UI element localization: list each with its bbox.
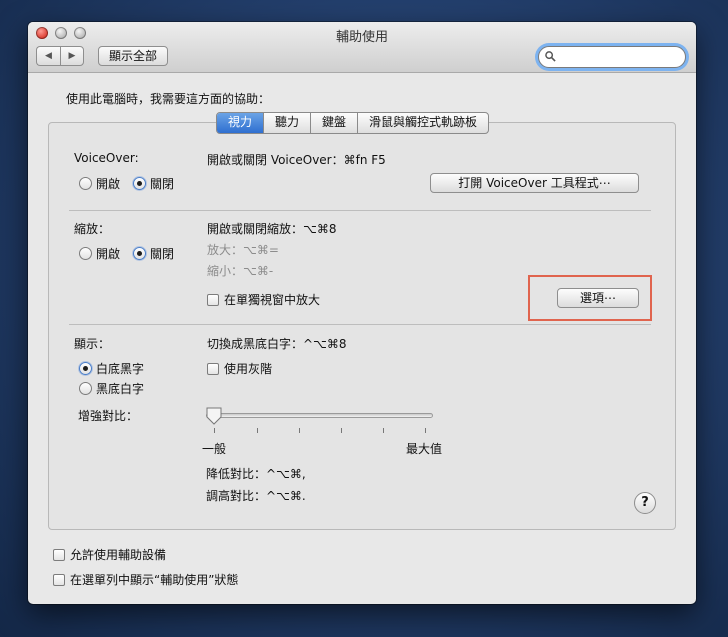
radio-icon — [79, 247, 92, 260]
black-on-white-label: 白底黑字 — [96, 362, 145, 376]
options-highlight-box — [528, 275, 652, 321]
tab-hearing[interactable]: 聽力 — [264, 113, 312, 133]
contrast-max-label: 最大值 — [406, 442, 443, 456]
contrast-label: 增強對比： — [78, 409, 139, 423]
contrast-slider-thumb[interactable] — [206, 407, 222, 425]
category-tabs: 視力 聽力 鍵盤 滑鼠與觸控式軌跡板 — [216, 112, 490, 134]
back-button[interactable]: ◀ — [36, 46, 60, 66]
back-arrow-icon: ◀ — [45, 51, 52, 61]
voiceover-label: VoiceOver: — [74, 151, 139, 165]
voiceover-off-radio[interactable]: 關閉 — [133, 175, 174, 192]
display-label: 顯示： — [74, 337, 111, 351]
checkbox-icon — [53, 549, 65, 561]
grayscale-label: 使用灰階 — [224, 362, 273, 376]
slider-tick — [257, 428, 258, 433]
voiceover-on-radio[interactable]: 開啟 — [79, 175, 120, 192]
radio-icon — [79, 382, 92, 395]
tab-keyboard[interactable]: 鍵盤 — [311, 113, 359, 133]
contrast-slider-track[interactable] — [206, 413, 433, 418]
radio-icon — [79, 177, 92, 190]
contrast-min-label: 一般 — [202, 442, 227, 456]
radio-selected-icon — [79, 362, 92, 375]
slider-tick — [299, 428, 300, 433]
zoom-shortcut: 開啟或關閉縮放：⌥⌘8 — [207, 222, 337, 236]
divider — [69, 210, 651, 211]
show-in-menubar-label: 在選單列中顯示“輔助使用”狀態 — [70, 573, 239, 587]
title-bar: 輔助使用 ◀ ▶ 顯示全部 — [28, 22, 696, 73]
help-button[interactable]: ? — [634, 492, 656, 514]
forward-arrow-icon: ▶ — [68, 51, 76, 61]
zoom-out-shortcut: 縮小：⌥⌘- — [207, 264, 274, 278]
zoom-in-shortcut: 放大：⌥⌘= — [207, 243, 279, 257]
voiceover-off-label: 關閉 — [150, 177, 175, 191]
nav-buttons: ◀ ▶ — [36, 46, 84, 66]
forward-button[interactable]: ▶ — [60, 46, 84, 66]
zoom-on-radio[interactable]: 開啟 — [79, 245, 120, 262]
voiceover-utility-button[interactable]: 打開 VoiceOver 工具程式⋯ — [430, 173, 639, 193]
zoom-label: 縮放： — [74, 222, 111, 236]
show-in-menubar-checkbox[interactable]: 在選單列中顯示“輔助使用”狀態 — [53, 571, 238, 588]
zoom-off-radio[interactable]: 關閉 — [133, 245, 174, 262]
zoom-off-label: 關閉 — [150, 247, 175, 261]
window-title: 輔助使用 — [335, 30, 388, 45]
help-prompt: 使用此電腦時，我需要這方面的協助： — [66, 92, 271, 106]
checkbox-icon — [207, 363, 219, 375]
white-on-black-label: 黑底白字 — [96, 382, 145, 396]
show-all-button[interactable]: 顯示全部 — [98, 46, 169, 66]
black-on-white-radio[interactable]: 白底黑字 — [79, 360, 144, 377]
divider — [69, 324, 651, 325]
invert-shortcut: 切換成黑底白字：^⌥⌘8 — [207, 337, 347, 351]
tab-mouse-trackpad[interactable]: 滑鼠與觸控式軌跡板 — [358, 113, 488, 133]
preferences-window: 輔助使用 ◀ ▶ 顯示全部 使用此電腦時，我需要這方面的協助： 視力 聽力 鍵盤… — [28, 22, 696, 604]
vision-panel: VoiceOver: 開啟 關閉 開啟或關閉 VoiceOver：⌘fn F5 … — [48, 122, 676, 530]
separate-window-label: 在單獨視窗中放大 — [224, 293, 321, 307]
search-icon — [545, 51, 556, 62]
slider-tick — [425, 428, 426, 433]
decrease-contrast-shortcut: 降低對比：^⌥⌘, — [206, 467, 306, 481]
checkbox-icon — [53, 574, 65, 586]
slider-tick — [383, 428, 384, 433]
tab-vision[interactable]: 視力 — [217, 113, 265, 133]
enable-assistive-label: 允許使用輔助設備 — [70, 548, 167, 562]
white-on-black-radio[interactable]: 黑底白字 — [79, 380, 144, 397]
grayscale-checkbox[interactable]: 使用灰階 — [207, 360, 272, 377]
enable-assistive-checkbox[interactable]: 允許使用輔助設備 — [53, 546, 166, 563]
separate-window-checkbox[interactable]: 在單獨視窗中放大 — [207, 291, 320, 308]
slider-tick — [214, 428, 215, 433]
slider-tick — [341, 428, 342, 433]
checkbox-icon — [207, 294, 219, 306]
voiceover-on-label: 開啟 — [96, 177, 121, 191]
radio-selected-icon — [133, 247, 146, 260]
voiceover-shortcut: 開啟或關閉 VoiceOver：⌘fn F5 — [207, 153, 386, 167]
search-field[interactable] — [538, 46, 686, 68]
zoom-on-label: 開啟 — [96, 247, 121, 261]
increase-contrast-shortcut: 調高對比：^⌥⌘. — [206, 489, 306, 503]
radio-selected-icon — [133, 177, 146, 190]
